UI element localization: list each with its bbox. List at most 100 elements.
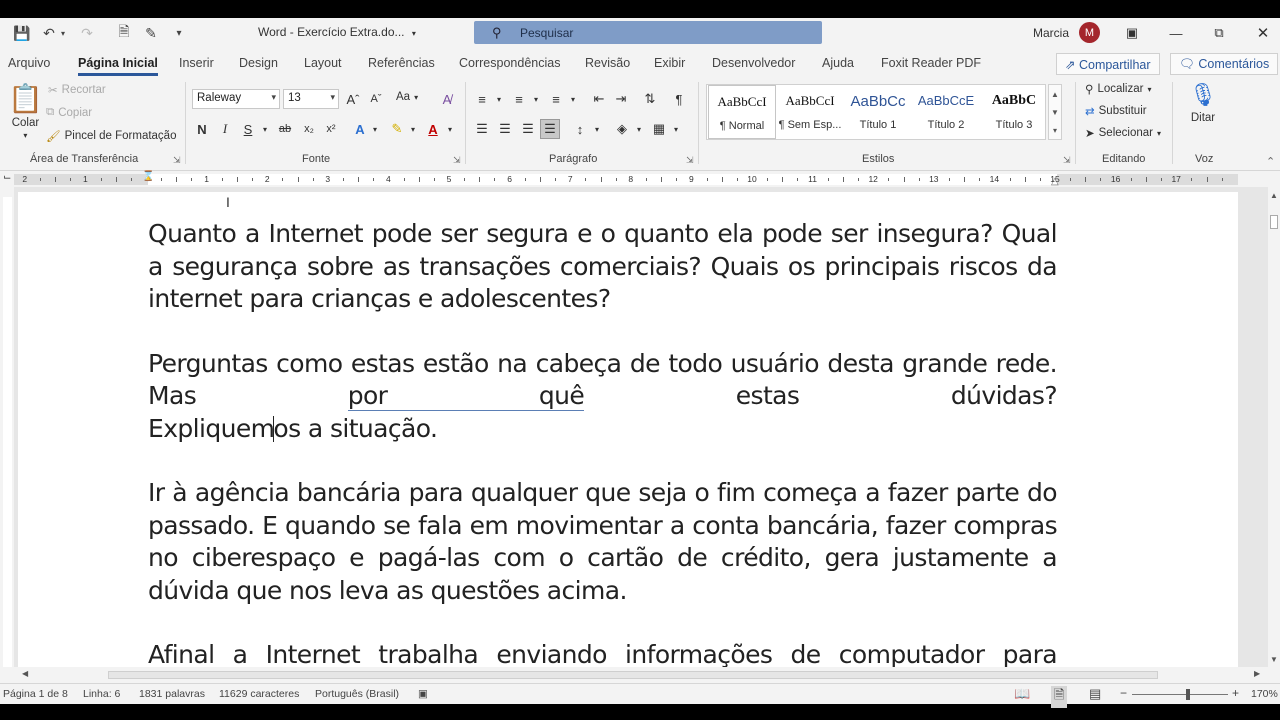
- tab-inserir[interactable]: Inserir: [179, 56, 214, 70]
- character-count[interactable]: 11629 caracteres: [219, 688, 299, 700]
- zoom-out-icon[interactable]: −: [1120, 686, 1127, 700]
- format-painter-button[interactable]: 🖌 Pincel de Formatação: [46, 129, 176, 143]
- restore-button[interactable]: ⧉: [1204, 22, 1234, 44]
- chevron-down-icon[interactable]: ▾: [563, 89, 583, 109]
- paragraph-4[interactable]: Afinal a Internet trabalha enviando info…: [148, 639, 1058, 667]
- customize-toolbar-icon[interactable]: ▾: [170, 24, 188, 42]
- document-body[interactable]: Quanto a Internet pode ser segura e o qu…: [148, 218, 1058, 667]
- styles-gallery-scroll[interactable]: ▲ ▼ ▾: [1048, 84, 1062, 140]
- tab-desenvolvedor[interactable]: Desenvolvedor: [712, 56, 795, 70]
- avatar[interactable]: M: [1079, 22, 1100, 43]
- word-count[interactable]: 1831 palavras: [139, 688, 205, 700]
- strikethrough-button[interactable]: ab: [275, 119, 295, 139]
- document-page[interactable]: I Quanto a Internet pode ser segura e o …: [18, 192, 1238, 667]
- tab-selector-icon[interactable]: ⌙: [3, 172, 11, 183]
- style-heading-1[interactable]: AaBbCc Título 1: [844, 85, 912, 139]
- vertical-ruler[interactable]: [0, 187, 14, 667]
- find-button[interactable]: ⚲ Localizar ▾: [1085, 82, 1151, 96]
- dictate-button[interactable]: 🎙 Ditar: [1189, 82, 1217, 124]
- search-input[interactable]: ⚲ Pesquisar: [474, 21, 822, 44]
- font-size-dropdown[interactable]: 13 ▾: [283, 89, 339, 109]
- cut-button[interactable]: ✂ Recortar: [48, 83, 106, 97]
- tab-pagina-inicial[interactable]: Página Inicial: [78, 56, 158, 76]
- tab-layout[interactable]: Layout: [304, 56, 342, 70]
- tab-design[interactable]: Design: [239, 56, 278, 70]
- chevron-down-icon[interactable]: ▾: [489, 89, 509, 109]
- chevron-down-icon[interactable]: ▾: [526, 89, 546, 109]
- scroll-left-icon[interactable]: ◀: [22, 669, 28, 678]
- new-document-icon[interactable]: 🗎: [115, 23, 133, 42]
- change-case-button[interactable]: Aa ▾: [396, 91, 418, 103]
- scroll-down-icon[interactable]: ▼: [1270, 655, 1278, 664]
- pilcrow-icon[interactable]: ¶: [669, 89, 689, 109]
- comments-button[interactable]: 🗨 Comentários: [1170, 53, 1279, 75]
- zoom-slider-thumb[interactable]: [1186, 689, 1191, 700]
- scroll-right-icon[interactable]: ▶: [1254, 669, 1260, 678]
- document-title[interactable]: Word - Exercício Extra.do... ▾: [258, 25, 416, 39]
- dialog-launcher-icon[interactable]: ⇲: [173, 155, 181, 166]
- dialog-launcher-icon[interactable]: ⇲: [1063, 155, 1071, 166]
- sort-icon[interactable]: ⇅: [640, 89, 660, 109]
- italic-button[interactable]: I: [215, 119, 235, 139]
- chevron-down-icon[interactable]: ▾: [587, 119, 607, 139]
- scroll-thumb[interactable]: [1270, 215, 1278, 229]
- align-left-icon[interactable]: ☰: [472, 119, 492, 139]
- save-icon[interactable]: 💾: [13, 24, 31, 42]
- font-name-dropdown[interactable]: Raleway ▾: [192, 89, 280, 109]
- bold-button[interactable]: N: [192, 119, 212, 139]
- chevron-down-icon[interactable]: ▾: [666, 119, 686, 139]
- language-indicator[interactable]: Português (Brasil): [315, 688, 399, 700]
- increase-indent-icon[interactable]: ⇥: [611, 89, 631, 109]
- spelling-flag-word[interactable]: por quê: [347, 381, 585, 411]
- dialog-launcher-icon[interactable]: ⇲: [686, 155, 694, 166]
- chevron-down-icon[interactable]: ▾: [440, 119, 460, 139]
- shrink-font-icon[interactable]: Aˇ: [366, 89, 386, 109]
- paragraph-2[interactable]: Perguntas como estas estão na cabeça de …: [148, 348, 1058, 446]
- web-layout-icon[interactable]: ▤: [1089, 686, 1101, 702]
- horizontal-scrollbar[interactable]: ◀ ▶: [18, 667, 1268, 683]
- chevron-down-icon[interactable]: ▾: [403, 119, 423, 139]
- undo-dropdown-icon[interactable]: ▾: [58, 24, 68, 42]
- more-styles-icon[interactable]: ▾: [1053, 126, 1057, 135]
- zoom-level[interactable]: 170%: [1251, 688, 1278, 700]
- paste-button[interactable]: 📋 Colar ▾: [8, 82, 43, 140]
- tab-ajuda[interactable]: Ajuda: [822, 56, 854, 70]
- zoom-slider[interactable]: [1132, 694, 1228, 695]
- print-layout-icon[interactable]: 🗎: [1051, 686, 1068, 708]
- align-right-icon[interactable]: ☰: [518, 119, 538, 139]
- collapse-ribbon-icon[interactable]: ⌃: [1266, 155, 1275, 168]
- paragraph-3[interactable]: Ir à agência bancária para qualquer que …: [148, 477, 1058, 607]
- share-button[interactable]: ⇗ Compartilhar: [1056, 53, 1160, 75]
- chevron-down-icon[interactable]: ▾: [365, 119, 385, 139]
- indent-marker-icon[interactable]: ⌛: [142, 171, 154, 182]
- horizontal-scroll-thumb[interactable]: [108, 671, 1158, 679]
- clear-formatting-icon[interactable]: A̸: [437, 89, 457, 109]
- style-heading-3[interactable]: AaBbC Título 3: [980, 85, 1048, 139]
- chevron-down-icon[interactable]: ▾: [255, 119, 275, 139]
- style-normal[interactable]: AaBbCcI ¶ Normal: [708, 85, 776, 139]
- style-heading-2[interactable]: AaBbCcE Título 2: [912, 85, 980, 139]
- justify-icon[interactable]: ☰: [540, 119, 560, 139]
- dialog-launcher-icon[interactable]: ⇲: [453, 155, 461, 166]
- ribbon-display-options-icon[interactable]: ▣: [1117, 22, 1147, 44]
- tab-foxit-reader-pdf[interactable]: Foxit Reader PDF: [881, 56, 981, 70]
- chevron-up-icon[interactable]: ▲: [1051, 90, 1059, 99]
- tab-referencias[interactable]: Referências: [368, 56, 435, 70]
- minimize-button[interactable]: —: [1161, 22, 1191, 44]
- close-button[interactable]: ✕: [1248, 22, 1278, 44]
- select-button[interactable]: ➤ Selecionar ▾: [1085, 126, 1161, 140]
- vertical-scrollbar[interactable]: ▲ ▼: [1268, 187, 1280, 667]
- tab-correspondencias[interactable]: Correspondências: [459, 56, 560, 70]
- horizontal-ruler[interactable]: ⌙ ⌛ △ 2 1 1 2 3 4 5 6 7 8 9 10 11 12 13 14 15 16 17: [0, 171, 1280, 187]
- read-mode-icon[interactable]: 📖: [1014, 686, 1030, 702]
- tab-revisao[interactable]: Revisão: [585, 56, 630, 70]
- decrease-indent-icon[interactable]: ⇤: [589, 89, 609, 109]
- page-count[interactable]: Página 1 de 8: [3, 688, 68, 700]
- replace-button[interactable]: ⇄ Substituir: [1085, 104, 1147, 118]
- style-no-spacing[interactable]: AaBbCcI ¶ Sem Esp...: [776, 85, 844, 139]
- align-center-icon[interactable]: ☰: [495, 119, 515, 139]
- superscript-button[interactable]: x²: [321, 119, 341, 139]
- zoom-in-icon[interactable]: +: [1232, 686, 1239, 700]
- tab-arquivo[interactable]: Arquivo: [8, 56, 50, 70]
- subscript-button[interactable]: x₂: [299, 119, 319, 139]
